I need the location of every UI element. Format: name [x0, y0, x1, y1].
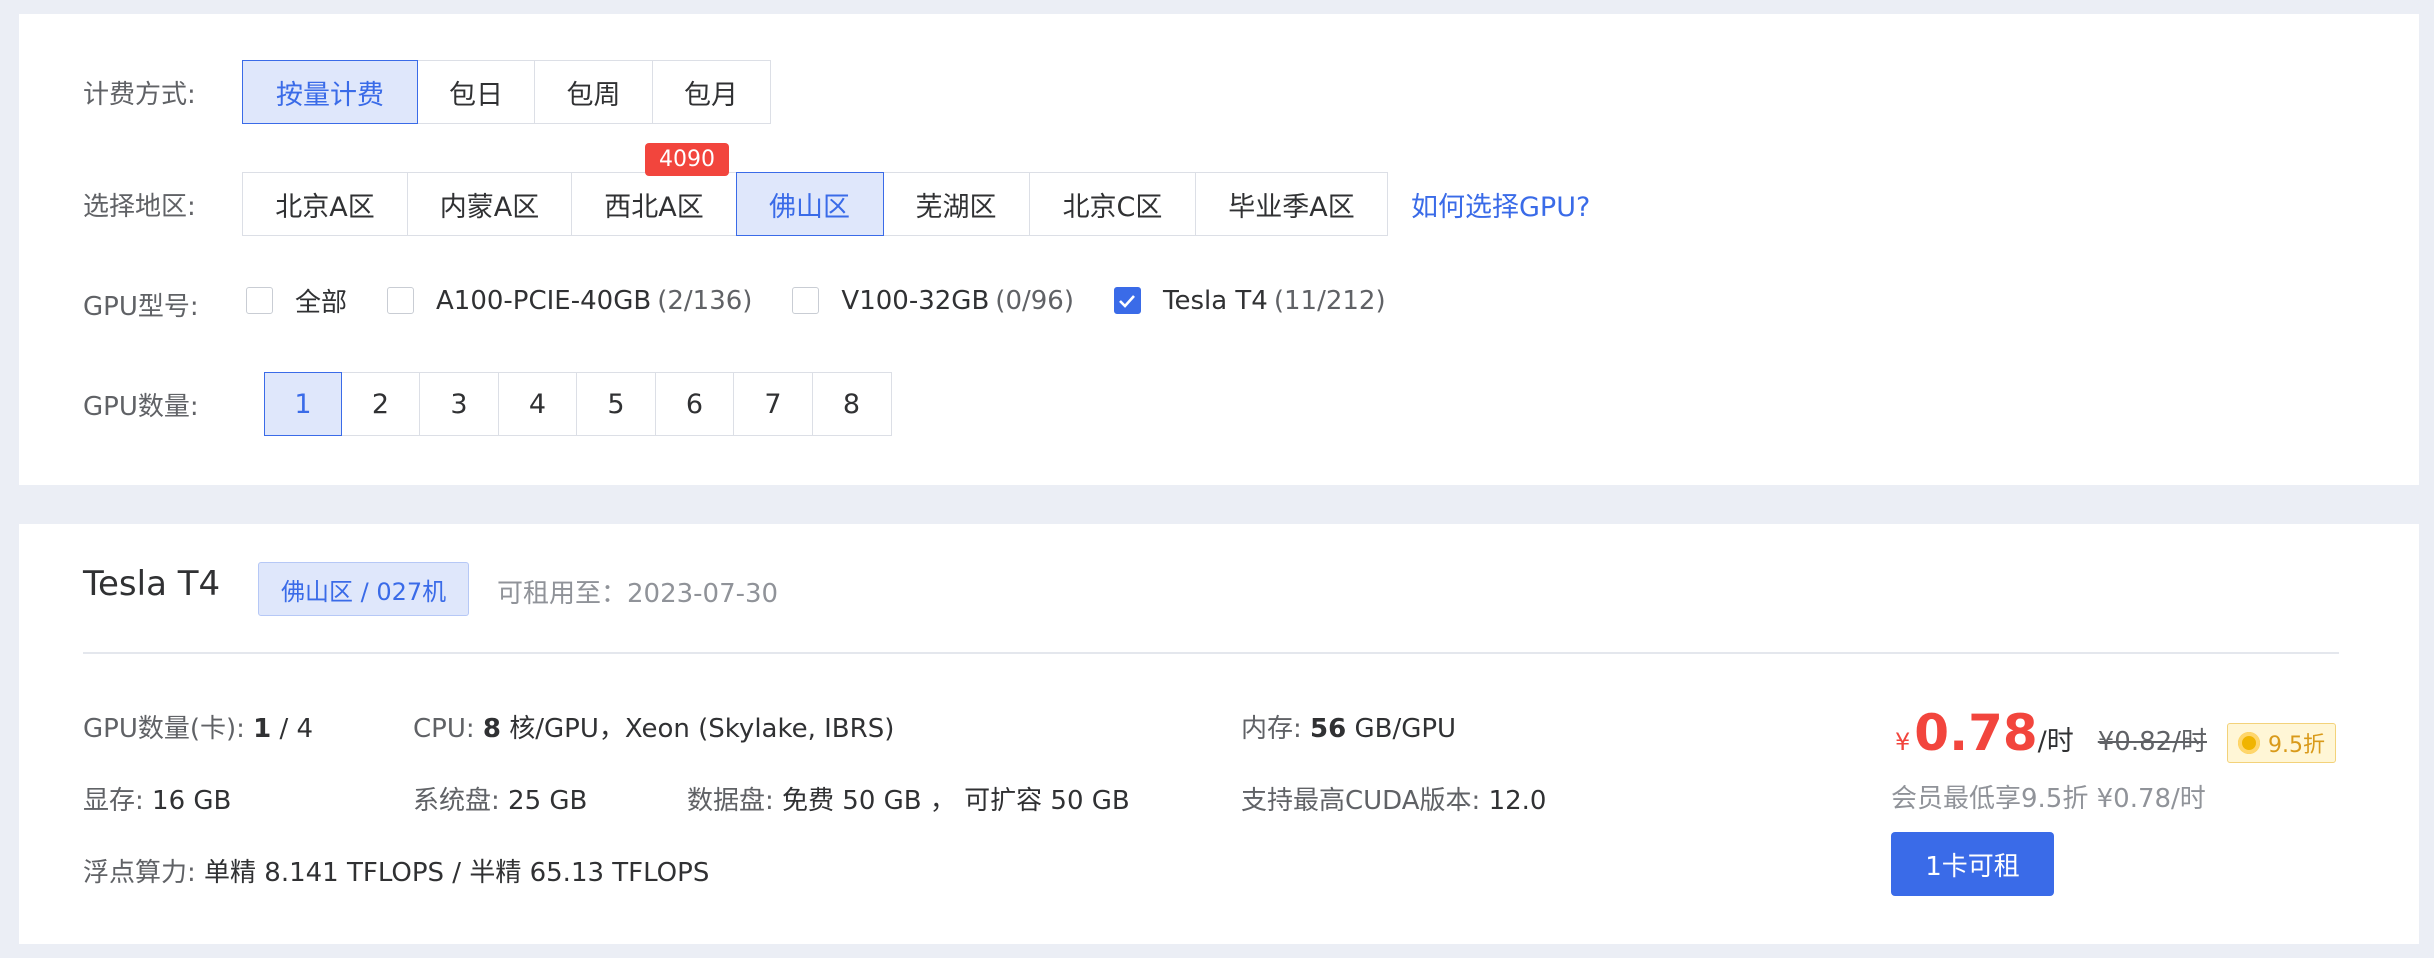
- gpu-model-count: (2/136): [657, 285, 753, 316]
- spec-value-total: / 4: [271, 714, 314, 744]
- gpu-model-checkboxes: 全部 A100-PCIE-40GB (2/136) V100-32GB (0/9…: [246, 282, 1426, 319]
- gpu-model-option-a100[interactable]: A100-PCIE-40GB (2/136): [387, 286, 752, 316]
- spec-label: 浮点算力:: [83, 858, 196, 888]
- gpu-count-option-5[interactable]: 5: [576, 372, 656, 436]
- billing-label: 计费方式:: [83, 80, 196, 110]
- rent-button[interactable]: 1卡可租: [1891, 832, 2054, 896]
- spec-value: 免费 50 GB ， 可扩容 50 GB: [782, 786, 1130, 816]
- how-to-choose-gpu-link[interactable]: 如何选择GPU?: [1411, 185, 1590, 224]
- divider: [83, 652, 2339, 654]
- spec-value: 12.0: [1488, 786, 1547, 816]
- gpu-count-option-4[interactable]: 4: [497, 372, 578, 436]
- spec-value: 8: [482, 714, 501, 744]
- region-option-foshan[interactable]: 佛山区: [735, 172, 884, 236]
- filter-panel: 计费方式: 按量计费 包日 包周 包月 选择地区: 北京A区 内蒙A区 西北A区…: [19, 14, 2419, 485]
- spec-value-rest: 核/GPU，Xeon (Skylake, IBRS): [500, 714, 895, 744]
- spec-flops: 浮点算力: 单精 8.141 TFLOPS / 半精 65.13 TFLOPS: [83, 852, 709, 889]
- checkbox-checked[interactable]: [1113, 287, 1141, 314]
- billing-option-hourly[interactable]: 按量计费: [242, 60, 418, 124]
- billing-option-daily[interactable]: 包日: [416, 60, 536, 124]
- gpu-model-count: (0/96): [995, 285, 1074, 316]
- gpu-model-name: Tesla T4: [1162, 285, 1268, 316]
- gpu-count-selector: 1 2 3 4 5 6 7 8: [264, 372, 892, 436]
- spec-value: 56: [1310, 714, 1347, 744]
- spec-label: GPU数量(卡):: [83, 714, 245, 744]
- gpu-model-count: (11/212): [1273, 285, 1386, 316]
- price-unit: /时: [2037, 726, 2074, 757]
- gpu-model-name: 全部: [295, 288, 348, 318]
- gpu-4090-badge: 4090: [645, 143, 729, 176]
- available-until: 可租用至：2023-07-30: [497, 579, 779, 609]
- spec-value: 1: [253, 714, 272, 744]
- gpu-model-option-v100[interactable]: V100-32GB (0/96): [792, 286, 1074, 316]
- spec-label: 内存:: [1241, 714, 1302, 744]
- price-value: 0.78: [1914, 704, 2038, 762]
- region-option-beijing-a[interactable]: 北京A区: [242, 172, 408, 236]
- price-line: ¥ 0.78 /时 ¥0.82/时: [1895, 704, 2207, 762]
- gpu-model-label: GPU型号:: [83, 292, 199, 322]
- machine-card: Tesla T4 佛山区 / 027机 可租用至：2023-07-30 GPU数…: [19, 524, 2419, 944]
- gpu-count-option-3[interactable]: 3: [419, 372, 499, 436]
- region-option-neimeng-a[interactable]: 内蒙A区: [406, 172, 573, 236]
- coin-icon: [2238, 732, 2260, 754]
- gpu-count-option-6[interactable]: 6: [654, 372, 735, 436]
- spec-label: 系统盘:: [413, 786, 500, 816]
- member-discount-note: 会员最低享9.5折 ¥0.78/时: [1891, 784, 2206, 814]
- gpu-count-option-1[interactable]: 1: [264, 372, 342, 436]
- spec-system-disk: 系统盘: 25 GB: [413, 780, 587, 817]
- checkbox[interactable]: [246, 287, 273, 314]
- billing-option-weekly[interactable]: 包周: [534, 60, 653, 124]
- spec-label: CPU:: [413, 714, 475, 744]
- region-option-biyeji-a[interactable]: 毕业季A区: [1195, 172, 1388, 236]
- gpu-count-label: GPU数量:: [83, 392, 199, 422]
- spec-cuda: 支持最高CUDA版本: 12.0: [1241, 780, 1546, 817]
- gpu-model-option-all[interactable]: 全部: [246, 282, 347, 319]
- region-option-beijing-c[interactable]: 北京C区: [1028, 172, 1197, 236]
- spec-label: 支持最高CUDA版本:: [1241, 786, 1481, 816]
- discount-badge: 9.5折: [2227, 723, 2336, 763]
- spec-value: 25 GB: [508, 786, 588, 816]
- spec-label: 数据盘:: [687, 786, 774, 816]
- spec-value: 16 GB: [152, 786, 232, 816]
- billing-selector: 按量计费 包日 包周 包月: [242, 60, 771, 124]
- spec-value: 单精 8.141 TFLOPS / 半精 65.13 TFLOPS: [204, 858, 710, 888]
- region-option-xibei-a[interactable]: 西北A区: [571, 172, 737, 236]
- spec-unit: GB/GPU: [1346, 714, 1457, 744]
- gpu-count-option-8[interactable]: 8: [811, 372, 892, 436]
- spec-cpu: CPU: 8 核/GPU，Xeon (Skylake, IBRS): [413, 708, 894, 745]
- region-selector: 北京A区 内蒙A区 西北A区 佛山区 芜湖区 北京C区 毕业季A区: [242, 172, 1388, 236]
- gpu-count-option-7[interactable]: 7: [733, 372, 813, 436]
- original-price: ¥0.82/时: [2097, 727, 2207, 757]
- checkbox[interactable]: [387, 287, 415, 314]
- spec-memory: 内存: 56 GB/GPU: [1241, 708, 1456, 745]
- checkmark-icon: [1119, 294, 1136, 308]
- checkbox[interactable]: [792, 287, 820, 314]
- region-label: 选择地区:: [83, 192, 196, 222]
- spec-label: 显存:: [83, 786, 144, 816]
- currency-symbol: ¥: [1895, 728, 1911, 756]
- spec-data-disk: 数据盘: 免费 50 GB ， 可扩容 50 GB: [687, 780, 1130, 817]
- machine-gpu-name: Tesla T4: [83, 564, 221, 604]
- spec-vram: 显存: 16 GB: [83, 780, 231, 817]
- billing-option-monthly[interactable]: 包月: [651, 60, 771, 124]
- machine-region-tag: 佛山区 / 027机: [258, 562, 470, 616]
- spec-gpu-count: GPU数量(卡): 1 / 4: [83, 708, 313, 745]
- discount-text: 9.5折: [2268, 733, 2325, 758]
- gpu-model-name: V100-32GB: [841, 285, 990, 316]
- gpu-model-option-tesla-t4[interactable]: Tesla T4 (11/212): [1113, 285, 1386, 316]
- gpu-count-option-2[interactable]: 2: [340, 372, 421, 436]
- gpu-model-name: A100-PCIE-40GB: [436, 285, 652, 316]
- region-option-wuhu[interactable]: 芜湖区: [882, 172, 1030, 236]
